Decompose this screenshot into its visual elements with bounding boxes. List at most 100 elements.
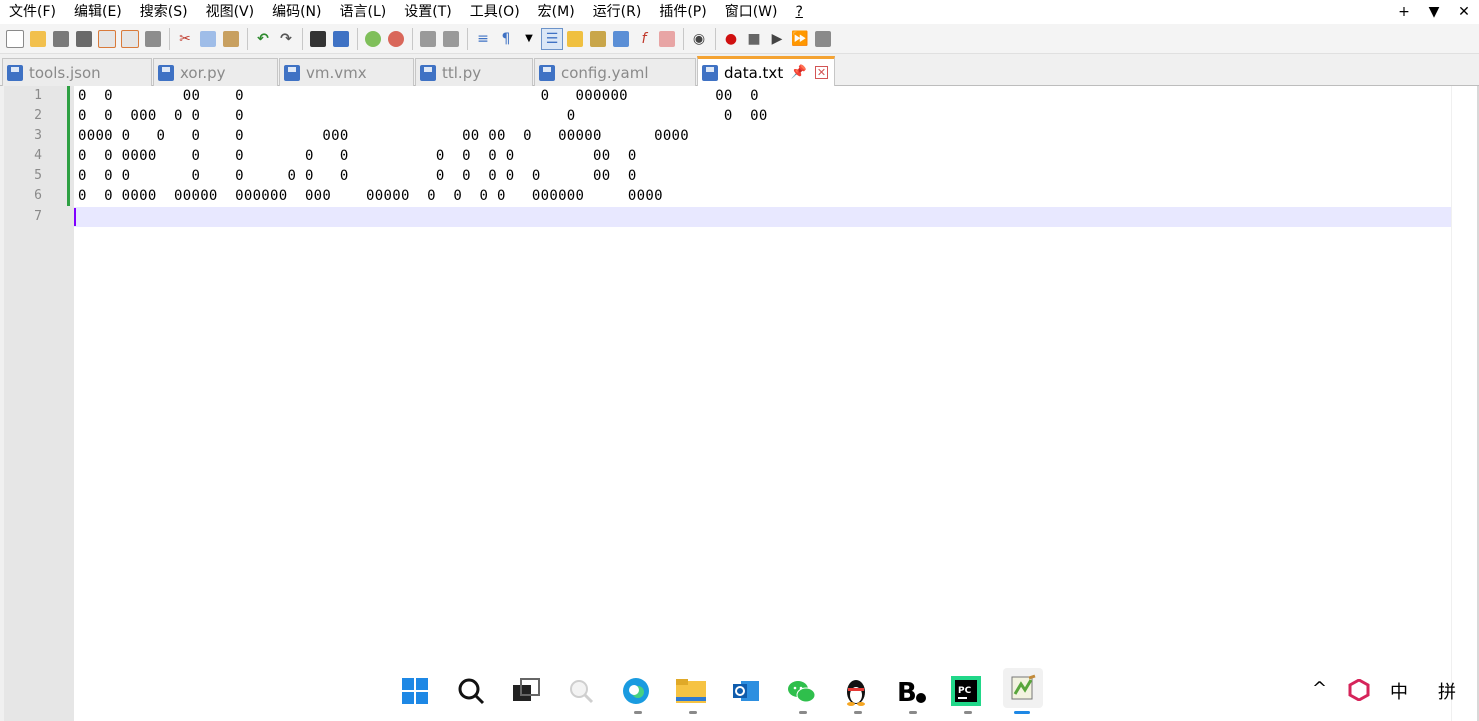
toolbar-separator [467, 27, 468, 50]
pycharm-icon[interactable]: PC [949, 674, 983, 708]
menu-help[interactable]: ? [787, 0, 812, 24]
code-line[interactable]: 0 0 000 0 0 0 0 0 00 [78, 106, 768, 126]
doc-map-icon[interactable] [587, 28, 609, 50]
notepad-plus-plus-icon[interactable] [1003, 668, 1043, 708]
line-number: 6 [34, 188, 42, 203]
close-all-icon[interactable] [119, 28, 141, 50]
chevron-down-icon[interactable]: ▼ [518, 28, 540, 50]
menu-language[interactable]: 语言(L) [331, 0, 396, 24]
vertical-scrollbar[interactable] [1451, 86, 1479, 721]
run-macro-multiple-icon[interactable]: ⏩ [789, 28, 811, 50]
replace-icon[interactable] [330, 28, 352, 50]
record-macro-icon[interactable]: ● [720, 28, 742, 50]
code-line[interactable]: 0000 0 0 0 0 000 00 00 0 00000 0000 [78, 126, 689, 146]
code-line[interactable]: 0 0 0 0 0 0 0 0 0 0 0 0 0 00 0 [78, 166, 637, 186]
new-tab-button[interactable]: + [1389, 4, 1419, 20]
wechat-icon[interactable] [784, 674, 818, 708]
monitoring-eye-icon[interactable]: ◉ [688, 28, 710, 50]
find-icon[interactable] [307, 28, 329, 50]
save-disk-icon [539, 64, 555, 81]
tab-ttl-py[interactable]: ttl.py [415, 58, 533, 86]
search-magnifier-app-icon[interactable] [564, 674, 598, 708]
close-tab-button[interactable]: ✕ [815, 66, 828, 79]
undo-icon[interactable]: ↶ [252, 28, 274, 50]
close-file-icon[interactable] [96, 28, 118, 50]
zoom-in-icon[interactable] [362, 28, 384, 50]
toolbar-separator [302, 27, 303, 50]
save-disk-icon [7, 64, 23, 81]
word-wrap-icon[interactable]: ≡ [472, 28, 494, 50]
menu-window[interactable]: 窗口(W) [716, 0, 787, 24]
menu-settings[interactable]: 设置(T) [395, 0, 460, 24]
search-icon[interactable] [454, 674, 488, 708]
tab-tools-json[interactable]: tools.json [2, 58, 152, 86]
menu-plugins[interactable]: 插件(P) [650, 0, 715, 24]
menu-macro[interactable]: 宏(M) [529, 0, 584, 24]
tray-chevron-up-icon[interactable]: ^ [1312, 678, 1327, 699]
qq-penguin-icon[interactable] [839, 674, 873, 708]
copy-icon[interactable] [197, 28, 219, 50]
toolbar: ✂ ↶ ↷ ≡ ¶ ▼ ☰ f ◉ ● ■ ▶ ⏩ [0, 24, 1479, 54]
tab-list-dropdown-button[interactable]: ▼ [1419, 4, 1449, 20]
tab-label: ttl.py [442, 63, 482, 82]
save-disk-icon [702, 64, 718, 81]
menu-search[interactable]: 搜索(S) [131, 0, 197, 24]
tab-config-yaml[interactable]: config.yaml [534, 58, 696, 86]
doc-list-icon[interactable] [610, 28, 632, 50]
toolbar-separator [247, 27, 248, 50]
menu-file[interactable]: 文件(F) [0, 0, 65, 24]
ime-mode-indicator[interactable]: 拼 [1438, 678, 1456, 704]
edge-browser-icon[interactable] [619, 674, 653, 708]
code-line[interactable]: 0 0 0000 0 0 0 0 0 0 0 0 00 0 [78, 146, 637, 166]
editor-area[interactable]: 1 2 3 4 5 6 7 0 0 00 0 0 000000 00 0 0 0… [0, 86, 1479, 721]
line-number: 2 [34, 108, 42, 123]
toolbar-separator [357, 27, 358, 50]
print-icon[interactable] [142, 28, 164, 50]
code-line[interactable]: 0 0 00 0 0 000000 00 0 [78, 86, 759, 106]
running-indicator [689, 711, 697, 714]
stop-macro-icon[interactable]: ■ [743, 28, 765, 50]
menu-run[interactable]: 运行(R) [584, 0, 651, 24]
menu-bar: 文件(F) 编辑(E) 搜索(S) 视图(V) 编码(N) 语言(L) 设置(T… [0, 0, 1479, 24]
paste-icon[interactable] [220, 28, 242, 50]
outlook-icon[interactable] [729, 674, 763, 708]
function-list-icon[interactable]: f [633, 28, 655, 50]
menu-edit[interactable]: 编辑(E) [65, 0, 131, 24]
tray-app-hexagon-icon[interactable] [1345, 676, 1373, 704]
zoom-out-icon[interactable] [385, 28, 407, 50]
udl-icon[interactable] [564, 28, 586, 50]
tab-vm-vmx[interactable]: vm.vmx [279, 58, 414, 86]
sync-vertical-icon[interactable] [417, 28, 439, 50]
tab-data-txt[interactable]: data.txt 📌 ✕ [697, 56, 835, 86]
tab-xor-py[interactable]: xor.py [153, 58, 278, 86]
file-explorer-icon[interactable] [674, 674, 708, 708]
play-macro-icon[interactable]: ▶ [766, 28, 788, 50]
toolbar-separator [412, 27, 413, 50]
tab-label: xor.py [180, 63, 226, 82]
close-document-button[interactable]: ✕ [1449, 4, 1479, 20]
ime-language-indicator[interactable]: 中 [1390, 678, 1408, 704]
code-line[interactable]: 0 0 0000 00000 000000 000 00000 0 0 0 0 … [78, 186, 663, 206]
pin-icon[interactable]: 📌 [791, 65, 807, 80]
menu-encoding[interactable]: 编码(N) [263, 0, 330, 24]
menu-tools[interactable]: 工具(O) [461, 0, 529, 24]
menu-view[interactable]: 视图(V) [197, 0, 264, 24]
save-macro-icon[interactable] [812, 28, 834, 50]
redo-icon[interactable]: ↷ [275, 28, 297, 50]
show-all-chars-icon[interactable]: ¶ [495, 28, 517, 50]
start-windows-icon[interactable] [398, 674, 432, 708]
task-view-icon[interactable] [509, 674, 543, 708]
open-file-icon[interactable] [27, 28, 49, 50]
current-line-highlight [74, 207, 1452, 227]
tab-label: config.yaml [561, 63, 649, 82]
sync-horizontal-icon[interactable] [440, 28, 462, 50]
running-indicator [634, 711, 642, 714]
save-disk-icon [284, 64, 300, 81]
folder-workspace-icon[interactable] [656, 28, 678, 50]
save-icon[interactable] [50, 28, 72, 50]
indent-guide-icon[interactable]: ☰ [541, 27, 563, 50]
save-all-icon[interactable] [73, 28, 95, 50]
burp-suite-icon[interactable]: B [894, 674, 928, 708]
new-file-icon[interactable] [4, 28, 26, 50]
cut-icon[interactable]: ✂ [174, 28, 196, 50]
